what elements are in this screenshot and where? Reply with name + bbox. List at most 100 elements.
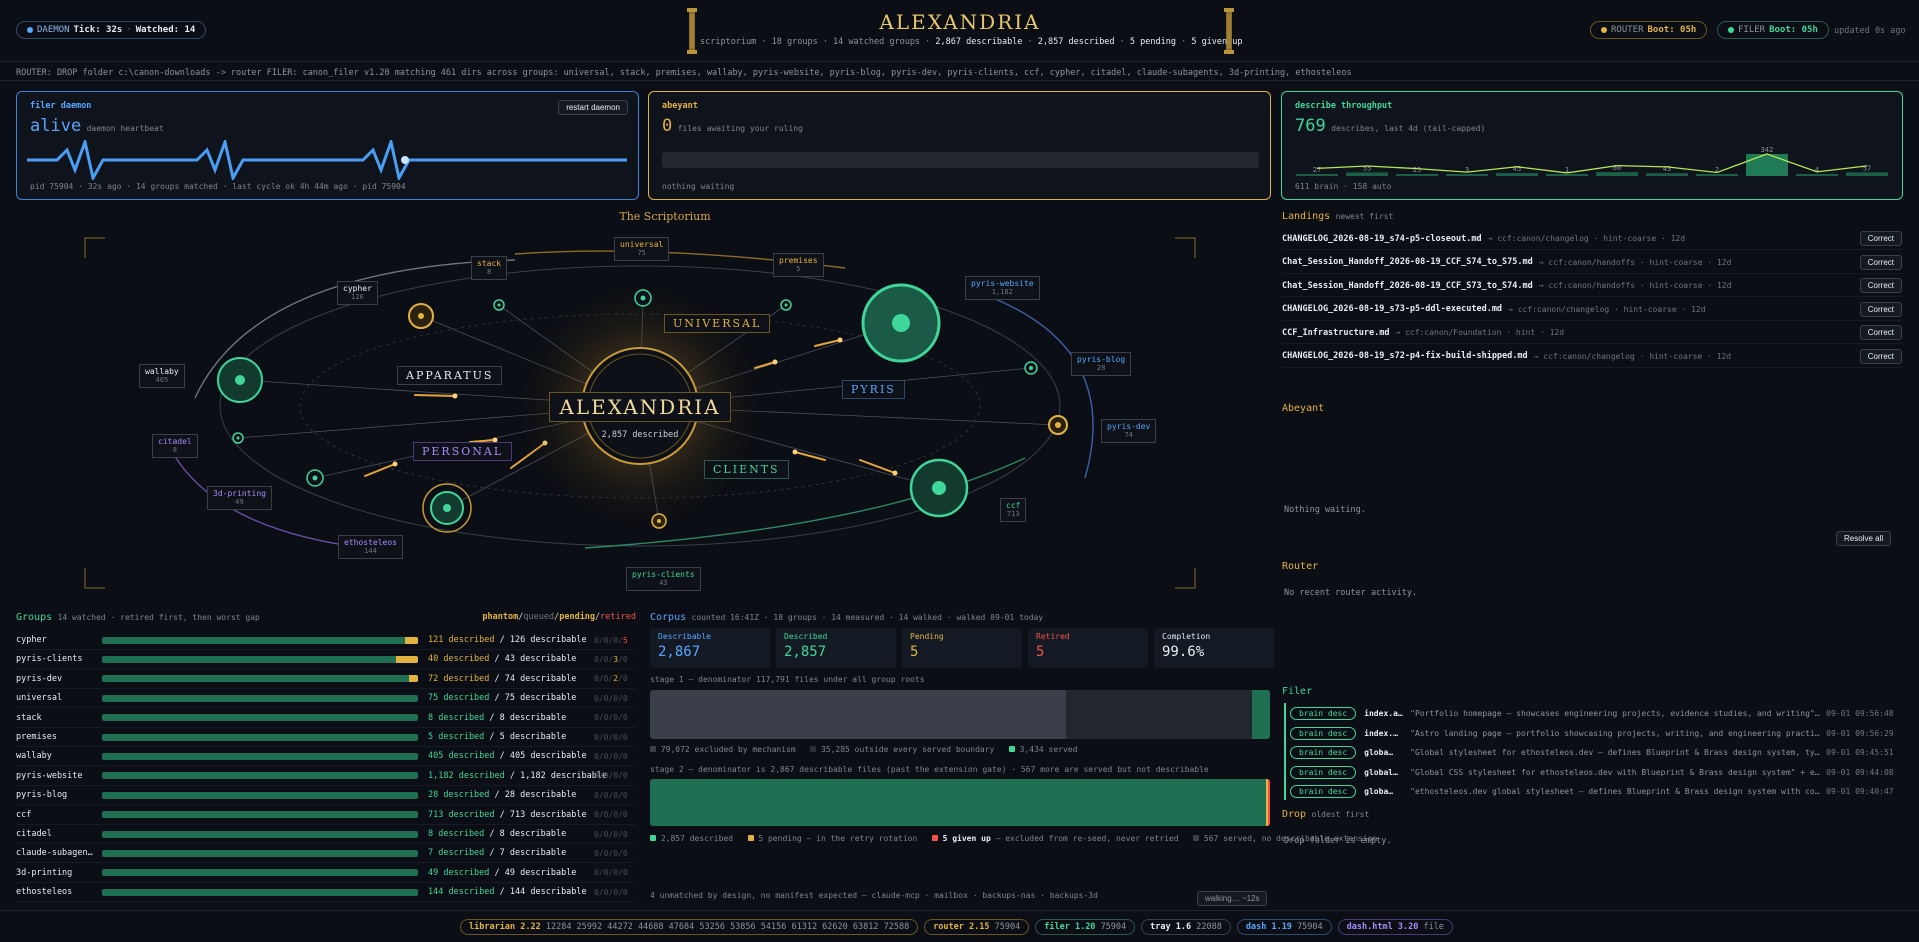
- group-row[interactable]: pyris-dev 72 described / 74 describable 0/…: [16, 670, 636, 689]
- filer-row[interactable]: brain desc global… "Global CSS stylesheet …: [1290, 763, 1902, 782]
- group-row[interactable]: premises 5 described / 5 describable 0/0/0…: [16, 728, 636, 747]
- filer-row[interactable]: brain desc index.… "Astro landing page — p…: [1290, 724, 1902, 743]
- filer-row[interactable]: brain desc globa… "Global stylesheet for e…: [1290, 743, 1902, 762]
- filer-filename: global…: [1364, 767, 1398, 777]
- router-dot-icon: [1601, 27, 1607, 33]
- group-row[interactable]: wallaby 405 described / 405 describable 0/…: [16, 747, 636, 767]
- node-label-3d-printing[interactable]: 3d-printing 49: [207, 486, 272, 510]
- footer-version-pill[interactable]: tray 1.6 22088: [1141, 919, 1231, 935]
- node-label-stack[interactable]: stack 8: [471, 256, 508, 280]
- group-row[interactable]: pyris-blog 28 described / 28 describable 0…: [16, 786, 636, 806]
- landings-sub: newest first: [1335, 212, 1394, 221]
- group-row[interactable]: 3d-printing 49 described / 49 describable…: [16, 864, 636, 883]
- group-row[interactable]: stack 8 described / 8 describable 0/0/0/0: [16, 709, 636, 728]
- stat-label: Completion: [1162, 632, 1211, 641]
- throughput-bar: [1596, 172, 1638, 176]
- brain-desc-tag: brain desc: [1290, 785, 1357, 798]
- brain-desc-tag: brain desc: [1290, 765, 1357, 779]
- correct-button[interactable]: Correct: [1859, 231, 1902, 246]
- stat-label: Pending: [910, 632, 944, 641]
- node-label-premises[interactable]: premises 5: [773, 253, 824, 277]
- group-row[interactable]: cypher 121 described / 126 describable 0/0…: [16, 631, 636, 650]
- band-clients: CLIENTS: [704, 460, 789, 479]
- group-name: stack: [16, 712, 42, 723]
- group-total: / 74 describable: [494, 673, 577, 684]
- node-label-ethosteleos[interactable]: ethosteleos 144: [338, 535, 403, 559]
- correct-button[interactable]: Correct: [1859, 348, 1902, 364]
- landing-row[interactable]: CHANGELOG_2026-08-19_s72-p4-fix-build-sh…: [1282, 346, 1902, 368]
- daemon-pill[interactable]: DAEMON Tick: 32s · Watched: 14: [16, 21, 207, 39]
- group-count-text: 7 described / 7 describable: [428, 848, 588, 858]
- stat-value: 5: [1036, 644, 1045, 660]
- group-row[interactable]: claude-subagen… 7 described / 7 describab…: [16, 844, 636, 864]
- correct-button[interactable]: Correct: [1859, 278, 1902, 293]
- footer-version-pill[interactable]: dash.html 3.20 file: [1337, 919, 1453, 935]
- group-row[interactable]: ccf 713 described / 713 describable 0/0/0/…: [16, 806, 636, 825]
- landing-row[interactable]: CHANGELOG_2026-08-19_s74-p5-closeout.md →…: [1282, 228, 1902, 250]
- stage2-legend-described: 2,857 described: [660, 834, 734, 843]
- walking-button[interactable]: walking… ~12s: [1197, 891, 1268, 906]
- legend-dot-icon: [1193, 835, 1200, 841]
- group-name: ccf: [16, 809, 32, 820]
- group-progress-bar: [102, 791, 418, 799]
- filer-row[interactable]: brain desc index.a… "Portfolio homepage — …: [1290, 704, 1902, 723]
- filer-pill[interactable]: FILER Boot: 05h: [1717, 21, 1829, 39]
- group-row[interactable]: pyris-clients 40 described / 43 describab…: [16, 650, 636, 670]
- restart-daemon-button[interactable]: restart daemon: [558, 100, 628, 115]
- group-counts-a: 0/0/: [594, 654, 614, 664]
- group-described: 121 described: [428, 635, 495, 645]
- node-label-citadel[interactable]: citadel 8: [152, 434, 198, 458]
- correct-button[interactable]: Correct: [1859, 254, 1902, 270]
- footer-version-pill[interactable]: dash 1.19 75904: [1236, 919, 1332, 935]
- legend-pending: pending: [559, 612, 596, 622]
- group-counts-c: /0: [618, 654, 628, 664]
- group-row[interactable]: citadel 8 described / 8 describable 0/0/0/…: [16, 825, 636, 844]
- legend-dot-icon: [650, 746, 656, 752]
- group-row[interactable]: universal 75 described / 75 describable 0/…: [16, 689, 636, 709]
- footer-version-pill[interactable]: filer 1.20 75904: [1035, 919, 1136, 935]
- node-label-pyris-dev[interactable]: pyris-dev 74: [1101, 419, 1157, 443]
- node-count: 126: [351, 293, 364, 301]
- throughput-bar-label: 342: [1761, 146, 1774, 154]
- landing-meta: → ccf:canon/changelog · hint-coarse · 12…: [1508, 304, 1706, 314]
- node-name: universal: [620, 240, 664, 249]
- footer-version-pill[interactable]: router 2.15 75904: [924, 919, 1030, 935]
- node-label-ccf[interactable]: ccf 713: [1000, 498, 1027, 522]
- node-label-pyris-blog[interactable]: pyris-blog 28: [1071, 352, 1132, 376]
- throughput-bar: [1546, 174, 1588, 176]
- landing-row[interactable]: Chat_Session_Handoff_2026-08-19_CCF_S73_…: [1282, 275, 1902, 297]
- landing-row[interactable]: CCF_Infrastructure.md → ccf:canon/Foundat…: [1282, 322, 1902, 344]
- footer-version: 3.20: [1397, 922, 1419, 932]
- throughput-bar: [1496, 173, 1538, 176]
- watched-text: Watched: 14: [135, 25, 196, 35]
- node-label-pyris-clients[interactable]: pyris-clients 43: [626, 567, 701, 591]
- resolve-all-button[interactable]: Resolve all: [1836, 531, 1892, 546]
- landing-row[interactable]: CHANGELOG_2026-08-19_s73-p5-ddl-executed…: [1282, 299, 1902, 321]
- router-pill[interactable]: ROUTER Boot: 05h: [1590, 21, 1708, 39]
- router-title: Router: [1282, 561, 1319, 572]
- correct-button[interactable]: Correct: [1859, 301, 1902, 317]
- group-count-text: 144 described / 144 describable: [428, 887, 588, 897]
- corpus-stat-card: Completion 99.6%: [1154, 628, 1274, 668]
- footer-version-pill[interactable]: librarian 2.22 12284 25992 44272 44688 4…: [460, 919, 919, 935]
- node-label-pyris-website[interactable]: pyris-website 1,182: [965, 276, 1040, 300]
- group-name: universal: [16, 693, 63, 704]
- abeyant-empty: Nothing waiting.: [1284, 505, 1366, 515]
- correct-button[interactable]: Correct: [1859, 325, 1902, 340]
- groups-legend: phantom/queued/pending/retired: [482, 612, 636, 622]
- landing-row[interactable]: Chat_Session_Handoff_2026-08-19_CCF_S74_…: [1282, 252, 1902, 274]
- footer-version: 1.6: [1175, 922, 1192, 932]
- group-row[interactable]: ethosteleos 144 described / 144 describab…: [16, 883, 636, 903]
- group-row[interactable]: pyris-website 1,182 described / 1,182 des…: [16, 767, 636, 786]
- filer-row[interactable]: brain desc globa… "ethosteleos.dev global …: [1290, 782, 1902, 801]
- node-label-cypher[interactable]: cypher 126: [337, 281, 378, 305]
- legend-dot-icon: [931, 835, 938, 841]
- filer-filename: index.…: [1364, 728, 1398, 738]
- filer-desc: "Global stylesheet for ethosteleos.dev —…: [1410, 748, 1823, 757]
- footer-component: router: [933, 922, 964, 932]
- group-counts-b: 5: [622, 635, 628, 645]
- landing-filename: Chat_Session_Handoff_2026-08-19_CCF_S73_…: [1282, 280, 1533, 291]
- node-label-wallaby[interactable]: wallaby 405: [139, 364, 185, 388]
- node-label-universal[interactable]: universal 75: [614, 237, 670, 261]
- filer-accent: [1284, 703, 1286, 800]
